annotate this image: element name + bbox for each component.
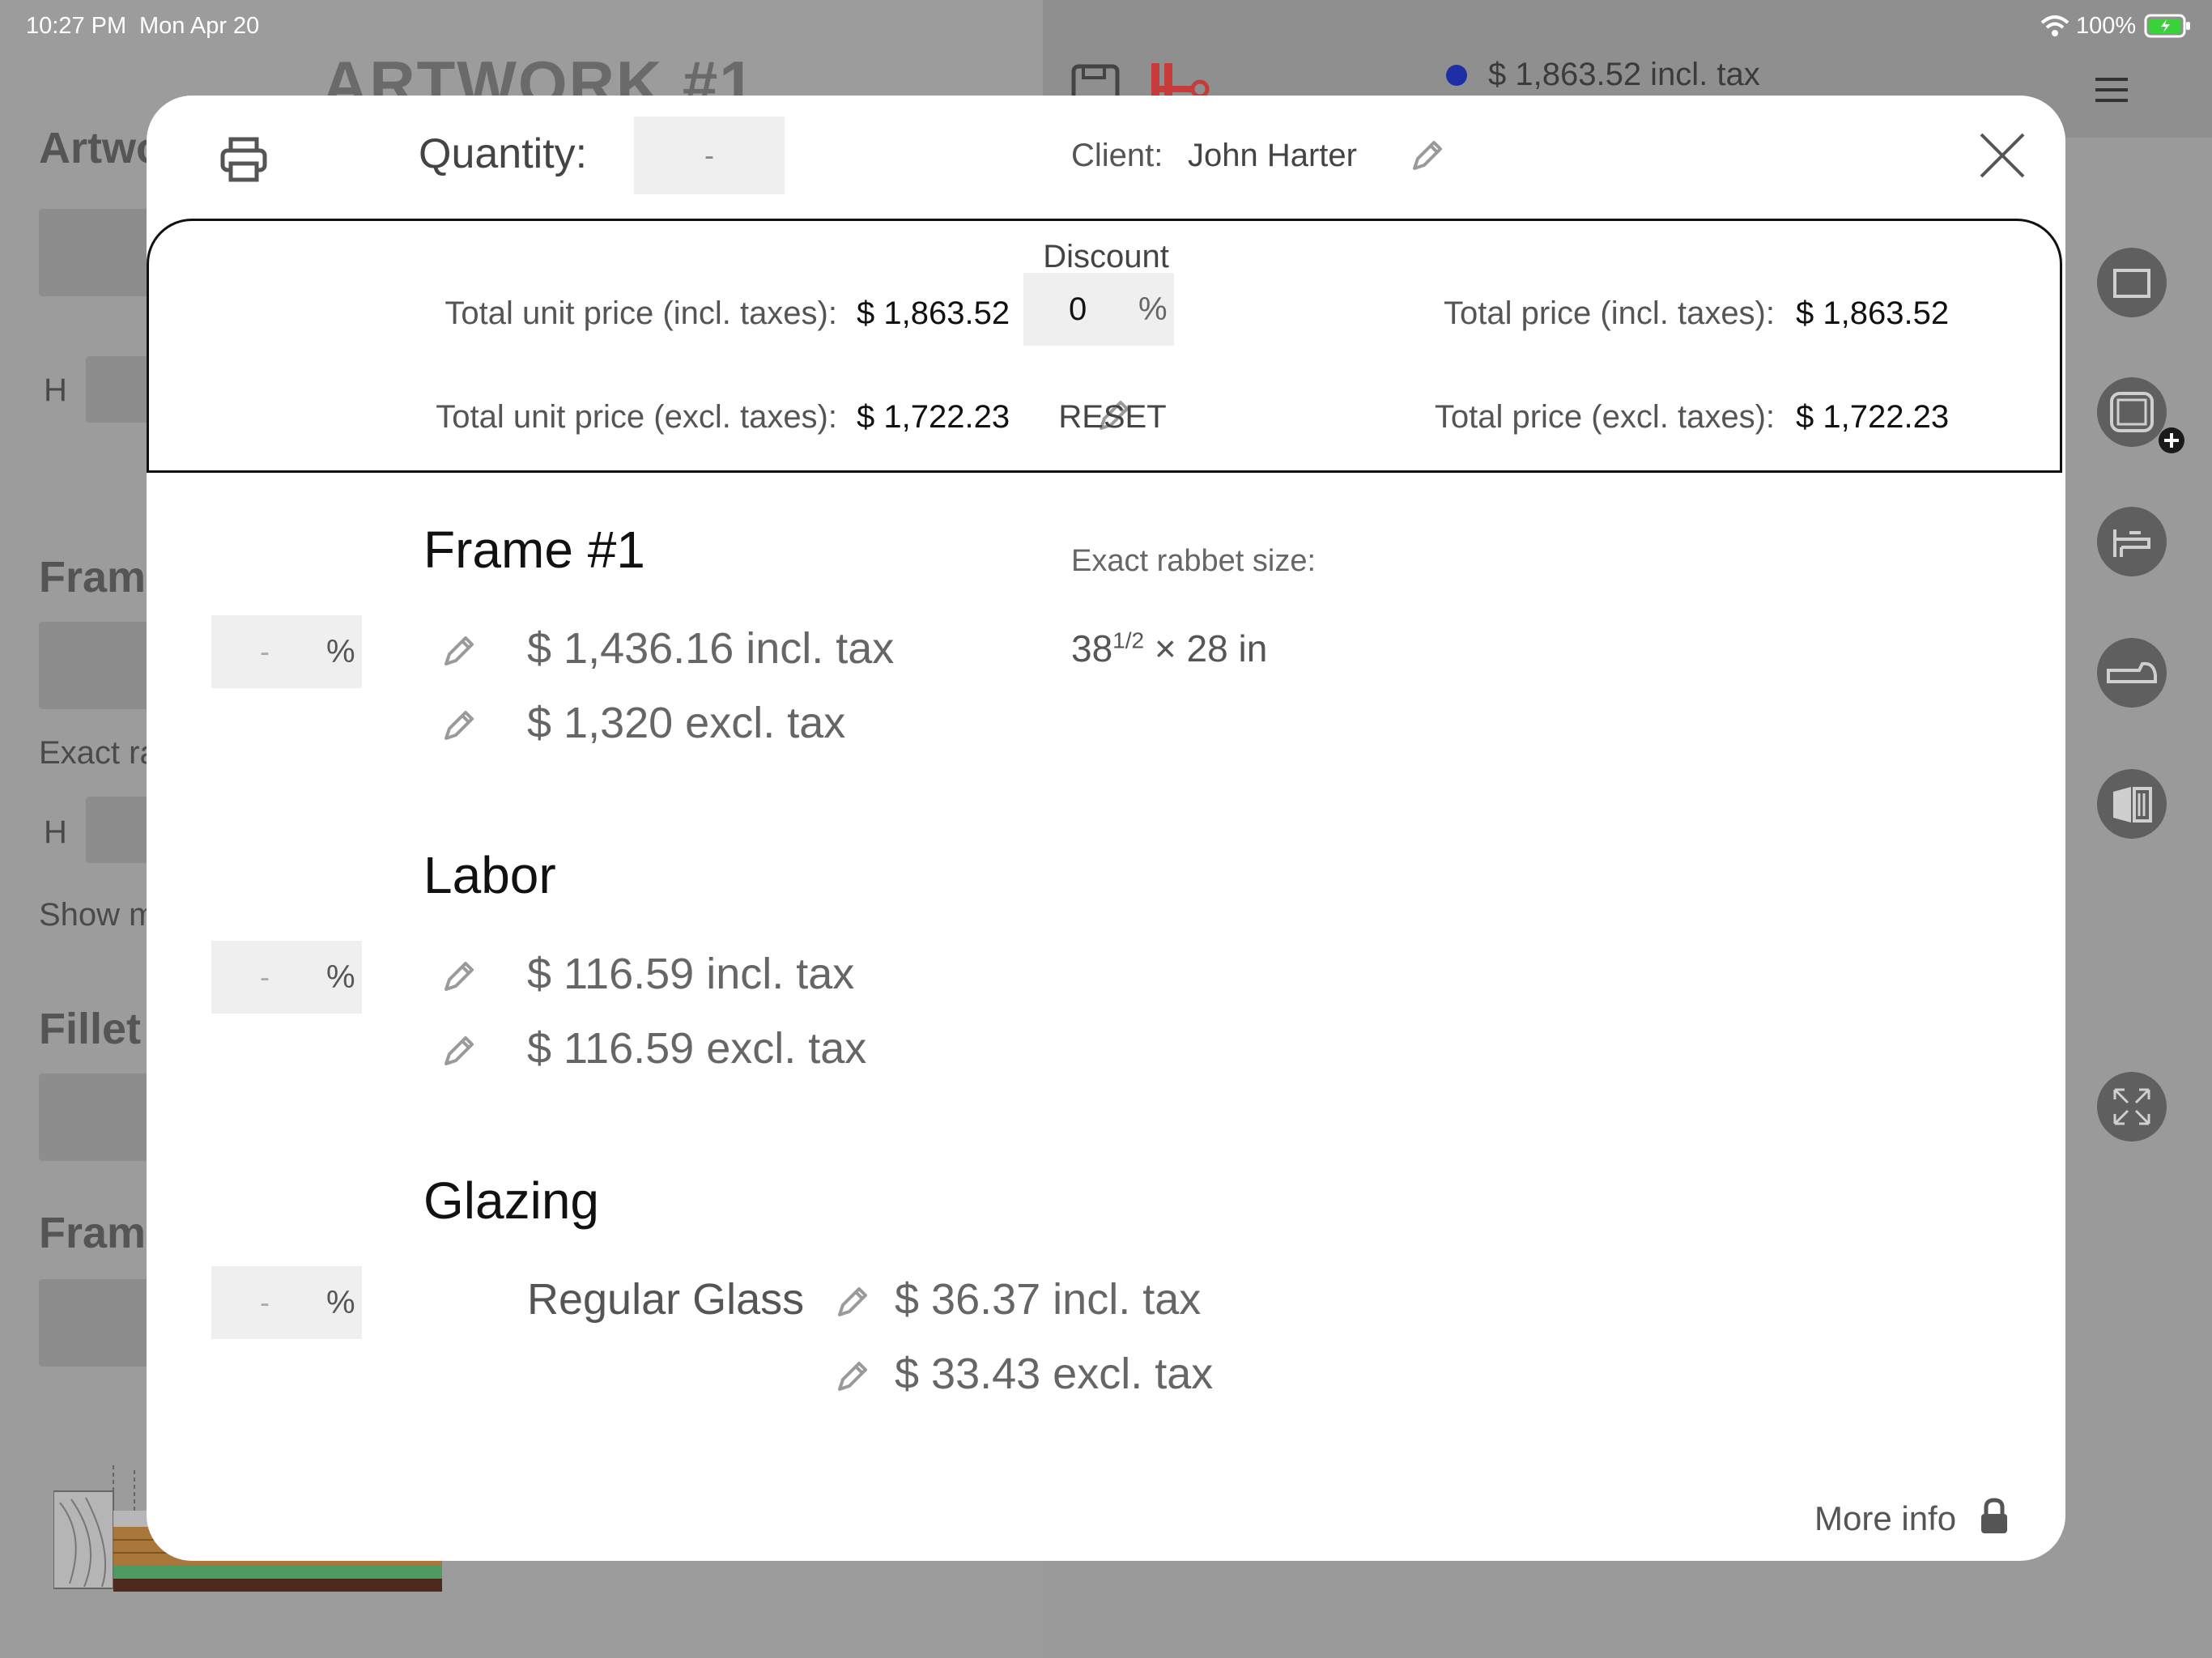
glazing-item-name: Regular Glass <box>527 1275 805 1324</box>
labor-section-title: Labor <box>423 846 556 904</box>
unit-price-incl-value: $ 1,863.52 <box>857 295 1010 331</box>
rectangle-tool-button[interactable] <box>2097 248 2167 317</box>
total-price-excl-label: Total price (excl. taxes): <box>1434 399 1775 435</box>
edit-client-pencil-icon[interactable] <box>1410 138 1445 173</box>
wifi-icon <box>2040 15 2069 41</box>
unit-price-excl-label: Total unit price (excl. taxes): <box>436 399 837 435</box>
background-total-price: $ 1,863.52 incl. tax <box>1488 57 1760 92</box>
labor-price-excl: $ 116.59 excl. tax <box>527 1024 867 1073</box>
glazing-markup-unit: % <box>326 1284 355 1320</box>
rabbet-size-value: 381/2 × 28 in <box>1071 627 1267 670</box>
quantity-input[interactable]: - <box>634 117 785 194</box>
background-h-label: H <box>44 814 67 850</box>
background-field <box>39 1279 160 1367</box>
frame-price-excl: $ 1,320 excl. tax <box>527 699 846 747</box>
edit-labor-excl-pencil-icon[interactable] <box>441 1033 477 1069</box>
unit-price-excl-value: $ 1,722.23 <box>857 399 1010 435</box>
unit-price-incl-label: Total unit price (incl. taxes): <box>445 295 837 331</box>
glazing-section-title: Glazing <box>423 1171 599 1230</box>
background-fillet-heading: Fillet <box>39 1005 142 1053</box>
status-dot <box>1446 65 1467 86</box>
close-icon[interactable] <box>1978 131 2027 184</box>
status-date: Mon Apr 20 <box>139 13 260 39</box>
edit-frame-excl-pencil-icon[interactable] <box>441 708 477 743</box>
print-icon[interactable] <box>219 136 268 187</box>
total-price-excl-value: $ 1,722.23 <box>1796 399 1950 435</box>
labor-price-incl: $ 116.59 incl. tax <box>527 950 855 998</box>
total-price-incl-value: $ 1,863.52 <box>1796 295 1950 331</box>
rabbet-whole: 38 <box>1071 627 1113 670</box>
edit-frame-incl-pencil-icon[interactable] <box>441 633 477 669</box>
status-time: 10:27 PM <box>26 13 127 39</box>
total-price-incl-label: Total price (incl. taxes): <box>1443 295 1775 331</box>
background-field <box>39 622 160 709</box>
discount-value: 0 <box>1069 291 1087 327</box>
battery-icon <box>2144 13 2193 43</box>
pricing-modal: Quantity: - Client: John Harter Discount… <box>147 96 2065 1561</box>
frame-markup-value: - <box>260 635 270 668</box>
expand-icon[interactable] <box>2097 1072 2167 1141</box>
glazing-markup-input[interactable]: - % <box>211 1266 362 1339</box>
client-label: Client: <box>1071 138 1163 173</box>
background-h-label: H <box>44 372 67 408</box>
glazing-tool-button[interactable] <box>2097 769 2167 839</box>
frame-section-title: Frame #1 <box>423 521 645 579</box>
client-name: John Harter <box>1188 138 1357 173</box>
battery-percent: 100% <box>2076 13 2137 39</box>
labor-markup-input[interactable]: - % <box>211 941 362 1014</box>
hamburger-menu-icon[interactable] <box>2095 76 2128 108</box>
lock-icon[interactable] <box>1980 1498 2009 1539</box>
background-field <box>39 209 160 296</box>
quantity-label: Quantity: <box>419 130 588 177</box>
rabbet-fraction: 1/2 <box>1112 627 1145 653</box>
fillet-tool-button[interactable] <box>2097 507 2167 576</box>
rabbet-rest: × 28 in <box>1144 627 1268 670</box>
price-summary-box: Discount Total unit price (incl. taxes):… <box>147 219 2062 473</box>
rabbet-size-label: Exact rabbet size: <box>1071 544 1317 578</box>
frame-price-incl: $ 1,436.16 incl. tax <box>527 624 895 673</box>
add-frame-icon[interactable] <box>2157 426 2186 459</box>
labor-markup-unit: % <box>326 959 355 995</box>
discount-label: Discount <box>1043 239 1169 274</box>
edit-glazing-incl-pencil-icon[interactable] <box>835 1284 870 1320</box>
background-field <box>39 1073 160 1161</box>
edit-labor-incl-pencil-icon[interactable] <box>441 959 477 994</box>
edit-glazing-excl-pencil-icon[interactable] <box>835 1358 870 1394</box>
profile-tool-button[interactable] <box>2097 638 2167 708</box>
discount-input[interactable]: 0 % <box>1023 273 1174 346</box>
frame-markup-unit: % <box>326 633 355 670</box>
more-info-link[interactable]: More info <box>1814 1499 1956 1538</box>
glazing-markup-value: - <box>260 1286 270 1319</box>
reset-button[interactable]: RESET <box>1048 399 1177 436</box>
glazing-price-excl: $ 33.43 excl. tax <box>895 1350 1214 1398</box>
frame-markup-input[interactable]: - % <box>211 615 362 688</box>
discount-unit: % <box>1138 291 1168 327</box>
labor-markup-value: - <box>260 960 270 993</box>
glazing-price-incl: $ 36.37 incl. tax <box>895 1275 1202 1324</box>
